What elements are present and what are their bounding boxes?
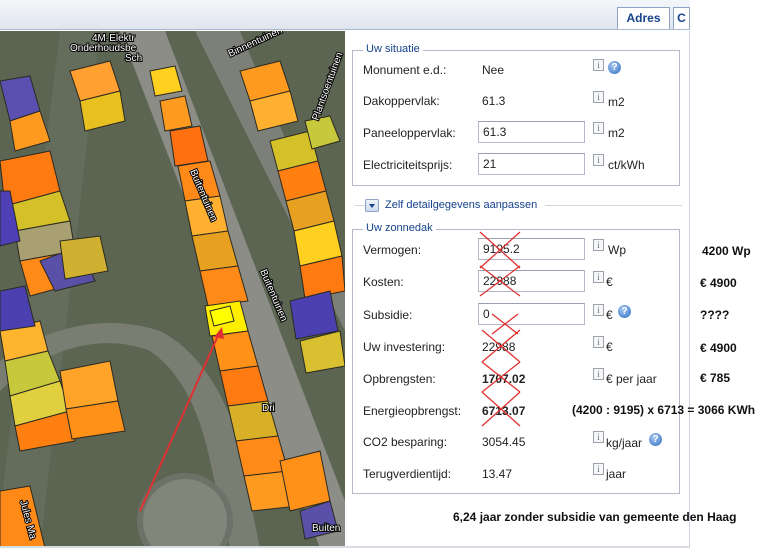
annotation-bottom: 6,24 jaar zonder subsidie van gemeente d… xyxy=(453,510,737,524)
subsidie-label: Subsidie: xyxy=(363,308,413,322)
annotation-vermogen: 4200 Wp xyxy=(702,244,751,258)
monument-label: Monument e.d.: xyxy=(363,63,447,77)
zonnedak-title: Uw zonnedak xyxy=(363,222,436,234)
map-label: Dri xyxy=(262,403,275,414)
energie-label: Energieopbrengst: xyxy=(363,404,462,418)
prijs-input[interactable] xyxy=(478,153,585,175)
prijs-label: Electriciteitsprijs: xyxy=(363,158,453,172)
paneel-unit: m2 xyxy=(608,126,625,140)
co2-value: 3054.45 xyxy=(482,435,526,449)
paneel-input[interactable] xyxy=(478,121,585,143)
subsidie-input[interactable] xyxy=(478,303,585,325)
annotation-subsidie: ???? xyxy=(700,308,730,322)
detail-expander[interactable]: Zelf detailgegevens aanpassen xyxy=(365,199,545,213)
info-icon[interactable]: i xyxy=(593,336,604,348)
kosten-unit: € xyxy=(606,275,613,289)
investering-unit: € xyxy=(606,340,613,354)
monument-value: Nee xyxy=(482,63,505,77)
help-icon[interactable]: ? xyxy=(608,61,621,74)
opbrengsten-unit: € per jaar xyxy=(606,372,657,386)
terug-label: Terugverdientijd: xyxy=(363,467,452,481)
tab-adres[interactable]: Adres xyxy=(617,7,670,29)
info-icon[interactable]: i xyxy=(593,431,604,443)
map-label: Buiten xyxy=(312,523,340,534)
co2-unit: kg/jaar xyxy=(606,436,643,450)
info-icon[interactable]: i xyxy=(593,154,604,166)
map-label: Sch xyxy=(125,53,142,64)
annotation-investering: € 4900 xyxy=(700,341,737,355)
expander-label[interactable]: Zelf detailgegevens aanpassen xyxy=(385,199,537,211)
zonnedak-fieldset: Uw zonnedak xyxy=(352,222,680,494)
tab-second[interactable]: C xyxy=(673,7,690,29)
info-icon[interactable]: i xyxy=(593,463,604,475)
energie-value: 6713.07 xyxy=(482,404,526,418)
info-icon[interactable]: i xyxy=(593,304,604,316)
opbrengsten-value: 1707.02 xyxy=(482,372,526,386)
investering-label: Uw investering: xyxy=(363,340,446,354)
solar-map[interactable]: 4M-Elektr Onderhoudsbe Sch Binnentuinen … xyxy=(0,31,345,548)
co2-label: CO2 besparing: xyxy=(363,435,448,449)
terug-value: 13.47 xyxy=(482,467,513,481)
opbrengsten-label: Opbrengsten: xyxy=(363,372,436,386)
dak-unit: m2 xyxy=(608,95,625,109)
subsidie-unit: € xyxy=(606,308,613,322)
prijs-unit: ct/kWh xyxy=(608,158,645,172)
annotation-opbrengsten: € 785 xyxy=(700,371,731,385)
tab-bar: Adres C xyxy=(0,0,690,30)
help-icon[interactable]: ? xyxy=(649,433,662,446)
info-icon[interactable]: i xyxy=(593,368,604,380)
vermogen-label: Vermogen: xyxy=(363,243,422,257)
dak-label: Dakoppervlak: xyxy=(363,94,440,108)
info-icon[interactable]: i xyxy=(593,239,604,251)
info-icon[interactable]: i xyxy=(593,122,604,134)
terug-unit: jaar xyxy=(606,467,627,481)
vermogen-input[interactable] xyxy=(478,238,585,260)
info-icon[interactable]: i xyxy=(593,59,604,71)
help-icon[interactable]: ? xyxy=(618,305,631,318)
dak-value: 61.3 xyxy=(482,94,506,108)
kosten-input[interactable] xyxy=(478,270,585,292)
investering-value: 22988 xyxy=(482,340,516,354)
info-icon[interactable]: i xyxy=(593,91,604,103)
vermogen-unit: Wp xyxy=(608,243,626,257)
expand-arrow-icon[interactable] xyxy=(365,199,379,212)
paneel-label: Paneeloppervlak: xyxy=(363,126,456,140)
info-icon[interactable]: i xyxy=(593,271,604,283)
kosten-label: Kosten: xyxy=(363,275,404,289)
situatie-title: Uw situatie xyxy=(363,43,423,55)
annotation-kosten: € 4900 xyxy=(700,276,737,290)
annotation-energie: (4200 : 9195) x 6713 = 3066 KWh xyxy=(572,403,756,417)
